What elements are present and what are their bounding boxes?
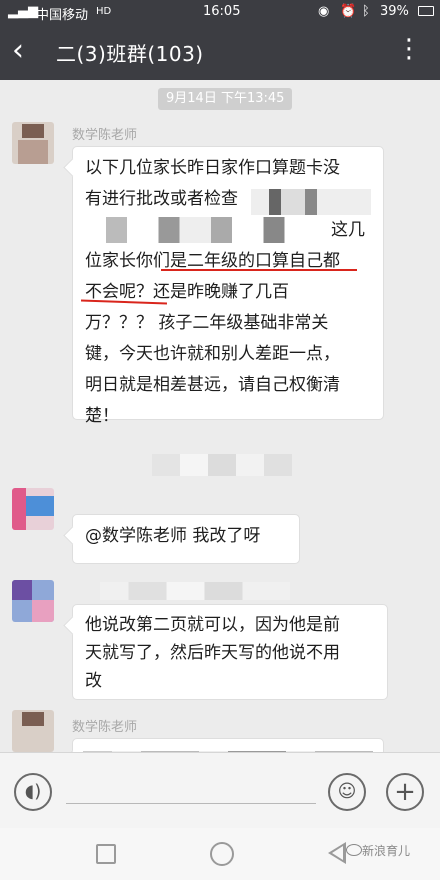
redacted-names <box>251 189 371 215</box>
redacted-names <box>85 217 295 243</box>
message-bubble[interactable]: 他说改第二页就可以，因为他是前 天就写了，然后昨天写的他说不用 改 <box>72 604 388 700</box>
emoji-icon: ☺ <box>337 781 357 802</box>
clock: 16:05 <box>203 4 241 19</box>
network-label: HD <box>96 6 112 17</box>
battery-icon <box>418 6 434 16</box>
weibo-logo-icon <box>346 844 362 856</box>
message-line: 万？？？ 孩子二年级基础非常关 <box>85 313 329 333</box>
recent-apps-button[interactable] <box>96 844 116 864</box>
app-notification-icon: ◉ <box>318 4 330 19</box>
chat-header: ‹ 二(3)班群(103) ⋮ <box>0 24 440 80</box>
sender-name: 数学陈老师 <box>72 720 138 735</box>
message-text: @数学陈老师 我改了呀 <box>85 526 261 546</box>
message-input[interactable] <box>66 803 316 804</box>
message-bubble[interactable]: 以下几位家长昨日家作口算题卡没 有进行批改或者检查 这几 位家长你们是二年级的口… <box>72 146 384 426</box>
message-line: 键，今天也许就和别人差距一点， <box>85 344 340 364</box>
input-bar: ◖) ☺ + <box>0 752 440 829</box>
status-bar: ▂▄▆ 中国移动 HD 16:05 ◉ ⏰ ᛒ 39% <box>0 0 440 24</box>
more-icon: ⋮ <box>396 34 422 64</box>
voice-button[interactable]: ◖) <box>14 773 52 811</box>
bluetooth-icon: ᛒ <box>362 4 370 19</box>
chevron-left-icon: ‹ <box>12 33 24 68</box>
carrier-label: 中国移动 <box>36 8 89 23</box>
sender-name: 数学陈老师 <box>72 128 138 143</box>
avatar[interactable] <box>12 580 54 622</box>
message-line: 明日就是相差甚远，请自己权衡清 <box>85 375 340 395</box>
underline-mark <box>161 269 357 271</box>
signal-icon: ▂▄▆ <box>8 4 38 19</box>
redacted-sender <box>152 454 292 476</box>
message-line: 改 <box>85 671 102 691</box>
avatar[interactable] <box>12 122 54 164</box>
message-line: 楚！ <box>85 406 119 426</box>
page-title: 二(3)班群(103) <box>56 42 204 66</box>
message-line: 位家长你们是二年级的口算自己都 <box>85 251 340 271</box>
emoji-button[interactable]: ☺ <box>328 773 366 811</box>
plus-icon: + <box>394 777 416 807</box>
more-options-button[interactable]: ⋮ <box>392 32 426 72</box>
home-button[interactable] <box>210 842 234 866</box>
message-line: 以下几位家长昨日家作口算题卡没 <box>85 158 340 178</box>
watermark: 新浪育儿 <box>362 844 411 858</box>
voice-icon: ◖) <box>24 781 42 802</box>
redacted-sender <box>100 582 290 600</box>
message-line: 天就写了，然后昨天写的他说不用 <box>85 643 340 663</box>
avatar[interactable] <box>12 488 54 530</box>
message-line: 不会呢？还是昨晚赚了几百 <box>85 282 289 302</box>
message-line: 他说改第二页就可以，因为他是前 <box>85 615 340 635</box>
chat-area[interactable]: 9月14日 下午13:45 数学陈老师 以下几位家长昨日家作口算题卡没 有进行批… <box>0 80 440 752</box>
battery-percent: 39% <box>380 4 409 19</box>
avatar[interactable] <box>12 710 54 752</box>
alarm-icon: ⏰ <box>340 4 357 19</box>
plus-button[interactable]: + <box>386 773 424 811</box>
back-button[interactable]: ‹ <box>12 32 42 72</box>
message-bubble[interactable] <box>72 738 384 752</box>
timestamp-badge: 9月14日 下午13:45 <box>158 88 293 110</box>
message-bubble[interactable]: @数学陈老师 我改了呀 <box>72 514 300 564</box>
